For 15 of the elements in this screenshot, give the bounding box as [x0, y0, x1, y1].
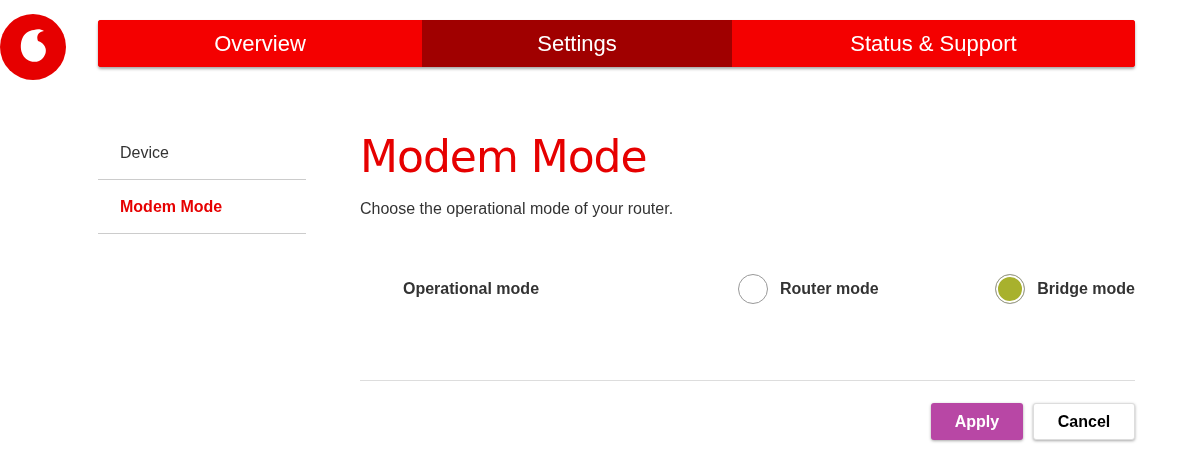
nav-tab[interactable]: Settings: [422, 20, 732, 67]
nav-tab[interactable]: Overview: [98, 20, 422, 67]
radio-button[interactable]: [738, 274, 768, 304]
sidebar-item[interactable]: Modem Mode: [98, 180, 306, 234]
radio-button[interactable]: [995, 274, 1026, 304]
apply-button[interactable]: Apply: [931, 403, 1023, 440]
nav-tab[interactable]: Status & Support: [732, 20, 1135, 67]
field-label: Operational mode: [403, 280, 541, 298]
cancel-button[interactable]: Cancel: [1033, 403, 1135, 440]
radio-label: Router mode: [780, 280, 879, 298]
logo-icon: [0, 14, 66, 80]
page-description: Choose the operational mode of your router.: [360, 200, 675, 218]
radio-label: Bridge mode: [1037, 280, 1135, 298]
page-title: Modem Mode: [360, 132, 648, 182]
sidebar-item[interactable]: Device: [98, 126, 306, 180]
